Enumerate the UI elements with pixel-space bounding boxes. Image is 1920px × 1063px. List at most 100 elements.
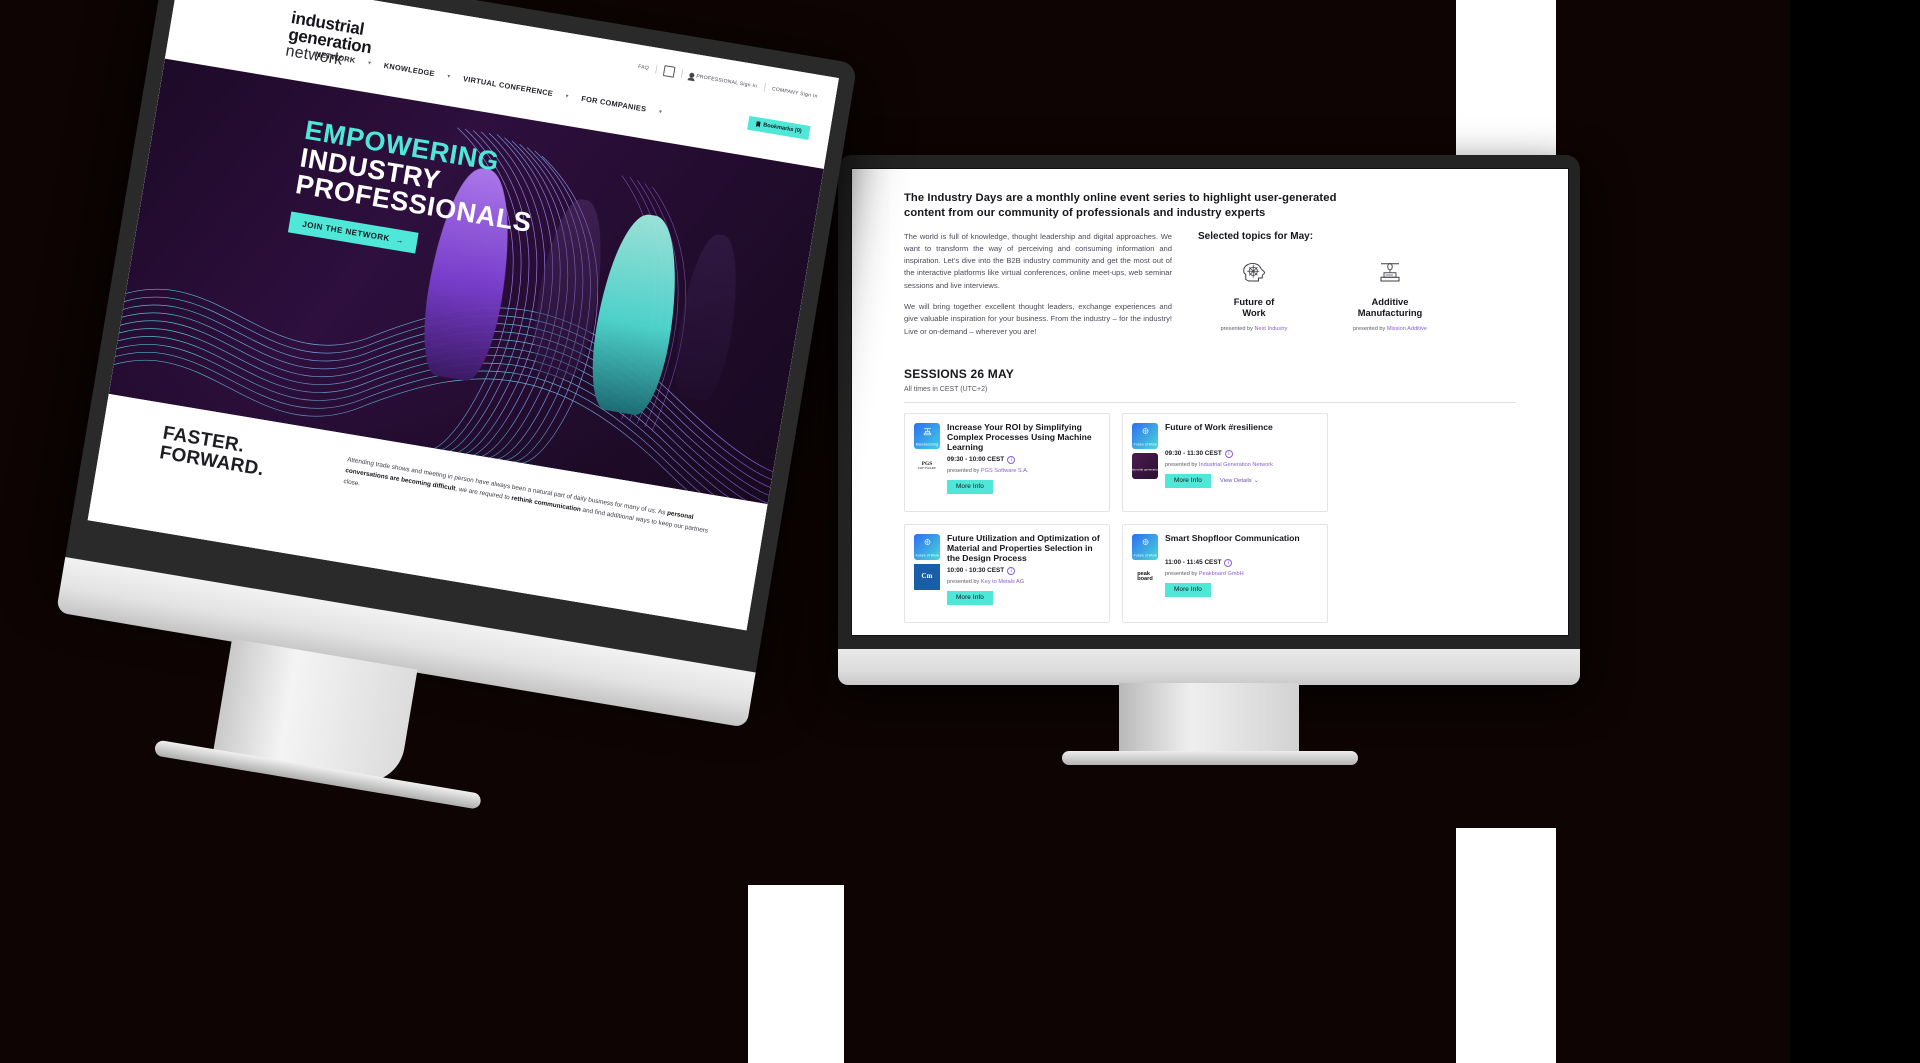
topic-presenter-prefix: presented by (1220, 326, 1255, 333)
session-title: Increase Your ROI by Simplifying Complex… (947, 421, 1092, 452)
session-thumbnail-caption: Future of Work (1133, 442, 1157, 447)
session-presenter: presented by PGS Software S.A. (947, 468, 1100, 474)
ign-website: industrial generation network FAQ PROFES… (87, 0, 839, 631)
professional-sign-in-label: PROFESSIONAL Sign In (695, 73, 758, 90)
session-card[interactable]: Future of Work industrial generation Fut… (1122, 412, 1328, 512)
topic-presenter-name[interactable]: Next Industry (1254, 326, 1287, 332)
nav-item-virtual-conference[interactable]: VIRTUAL CONFERENCE (462, 74, 553, 98)
utility-divider (655, 64, 658, 74)
session-presenter-name[interactable]: PGS Software S.A. (981, 468, 1029, 474)
utility-divider (763, 82, 766, 92)
company-sign-in[interactable]: COMPANY Sign In (771, 86, 818, 100)
monitor-right-screen: The Industry Days are a monthly online e… (851, 168, 1569, 636)
session-thumbnail-caption: Manufacturing (915, 442, 939, 447)
sessions-subtitle: All times in CEST (UTC+2) (904, 385, 988, 393)
session-time: 11:00 - 11:45 CEST i (1165, 558, 1318, 567)
more-info-button[interactable]: More Info (1165, 473, 1211, 488)
session-presenter: presented by Peakboard GmbH (1165, 571, 1318, 577)
session-card[interactable]: Manufacturing PGS SOFTWARE Increase Your… (904, 412, 1110, 512)
intro-columns: The world is full of knowledge, thought … (904, 231, 1516, 347)
topic-future-of-work[interactable]: Future of Work presented by Next Industr… (1206, 254, 1302, 333)
monitor-left: industrial generation network FAQ PROFES… (35, 0, 897, 860)
monitor-right-stand-foot (1062, 751, 1358, 765)
monitor-right: The Industry Days are a monthly online e… (838, 155, 1580, 765)
session-presenter-logo: peak board (1132, 563, 1158, 590)
session-time: 10:00 - 10:30 CEST i (947, 566, 1100, 575)
arrow-right-icon: → (394, 234, 405, 246)
intro-text-column: The world is full of knowledge, thought … (904, 231, 1172, 347)
session-topic-thumbnail: Future of Work (914, 533, 940, 560)
more-info-button[interactable]: More Info (947, 479, 993, 494)
session-thumbnail-caption: Future of Work (915, 553, 939, 558)
selected-topics-title: Selected topics for May: (1198, 230, 1314, 242)
session-topic-thumbnail: Manufacturing (914, 422, 940, 449)
session-time-text: 09:30 - 11:30 CEST (1165, 450, 1222, 458)
document-icon[interactable] (662, 65, 676, 78)
session-presenter-logo: Cm (914, 563, 940, 590)
monitor-left-screen: industrial generation network FAQ PROFES… (87, 0, 839, 631)
decor-bar-bottom-right (1456, 828, 1556, 1063)
sessions-title: SESSIONS 26 MAY (904, 366, 1014, 381)
selected-topics-column: Selected topics for May: Future of Work … (1194, 231, 1464, 347)
decor-panel-far-right (1790, 0, 1920, 1063)
session-presenter-logo: industrial generation (1132, 452, 1158, 479)
printer-glyph-icon (914, 426, 940, 437)
session-presenter-name[interactable]: Peakboard GmbH (1199, 571, 1244, 577)
session-presenter-name[interactable]: Key to Metals AG (981, 579, 1024, 585)
faq-link[interactable]: FAQ (638, 63, 650, 71)
session-title: Future Utilization and Optimization of M… (947, 532, 1100, 563)
monitor-right-chin (838, 649, 1580, 685)
session-topic-thumbnail: Future of Work (1132, 422, 1158, 449)
bookmarks-button[interactable]: Bookmarks (0) (747, 115, 811, 140)
nav-item-knowledge[interactable]: KNOWLEDGE (383, 61, 435, 78)
session-presenter-prefix: presented by (947, 467, 981, 474)
chevron-down-icon: ▾ (658, 108, 663, 115)
session-actions: More Info (1165, 582, 1318, 597)
session-presenter-name[interactable]: Industrial Generation Network (1199, 462, 1273, 468)
session-thumbnail-caption: Future of Work (1133, 553, 1157, 558)
session-topic-thumbnail: Future of Work (1132, 533, 1158, 560)
view-details-button[interactable]: View Details ⌄ (1220, 478, 1259, 484)
more-info-button[interactable]: More Info (1165, 582, 1211, 597)
decor-bar-bottom-center (748, 885, 844, 1063)
chevron-down-icon: ▾ (367, 59, 372, 67)
topic-presenter-prefix: presented by (1352, 326, 1387, 333)
session-presenter-prefix: presented by (1165, 570, 1199, 577)
industry-days-page: The Industry Days are a monthly online e… (852, 169, 1568, 635)
nav-item-for-companies[interactable]: FOR COMPANIES (581, 94, 647, 114)
session-card[interactable]: Future of Work peak board Smart Shopfloo… (1122, 523, 1328, 623)
presenter-logo-sub: board (1137, 575, 1153, 582)
3d-printer-icon (1342, 254, 1438, 290)
session-presenter-prefix: presented by (1165, 461, 1199, 468)
professional-sign-in[interactable]: PROFESSIONAL Sign In (689, 72, 758, 89)
head-circuit-glyph-icon (914, 537, 940, 548)
session-thumbnails: Manufacturing PGS SOFTWARE (914, 422, 940, 501)
topic-presenter-name[interactable]: Mission Additive (1387, 326, 1427, 332)
session-presenter-logo: PGS SOFTWARE (914, 452, 940, 479)
topic-additive-manufacturing[interactable]: Additive Manufacturing presented by Miss… (1342, 254, 1438, 333)
session-presenter-prefix: presented by (947, 578, 981, 585)
session-body: Increase Your ROI by Simplifying Complex… (947, 421, 1100, 501)
more-info-button[interactable]: More Info (947, 590, 993, 605)
session-actions: More Info View Details ⌄ (1165, 473, 1318, 488)
page-lead-heading: The Industry Days are a monthly online e… (904, 192, 1337, 219)
presenter-logo-sub: SOFTWARE (917, 466, 937, 471)
session-body: Future of Work #resilience 09:30 - 11:30… (1165, 422, 1318, 501)
decor-bar-top-right (1456, 0, 1556, 158)
topic-name-line1: Future of (1233, 295, 1275, 307)
topic-name-line2: Manufacturing (1357, 306, 1423, 318)
info-circle-icon[interactable]: i (1007, 455, 1016, 464)
session-thumbnails: Future of Work industrial generation (1132, 422, 1158, 501)
presenter-logo-text: industrial generation (1132, 467, 1158, 472)
utility-divider (680, 69, 684, 79)
session-time-text: 09:30 - 10:00 CEST (947, 456, 1005, 464)
info-circle-icon[interactable]: i (1007, 566, 1016, 575)
topics-row: Future of Work presented by Next Industr… (1194, 254, 1464, 333)
head-circuit-glyph-icon (1132, 537, 1158, 548)
info-circle-icon[interactable]: i (1224, 558, 1233, 567)
info-circle-icon[interactable]: i (1224, 449, 1233, 458)
chevron-down-icon: ▾ (565, 92, 570, 100)
session-presenter: presented by Industrial Generation Netwo… (1165, 462, 1318, 468)
session-card[interactable]: Future of Work Cm Future Utilization and… (904, 523, 1110, 623)
intro-paragraph-1: The world is full of knowledge, thought … (904, 231, 1172, 290)
